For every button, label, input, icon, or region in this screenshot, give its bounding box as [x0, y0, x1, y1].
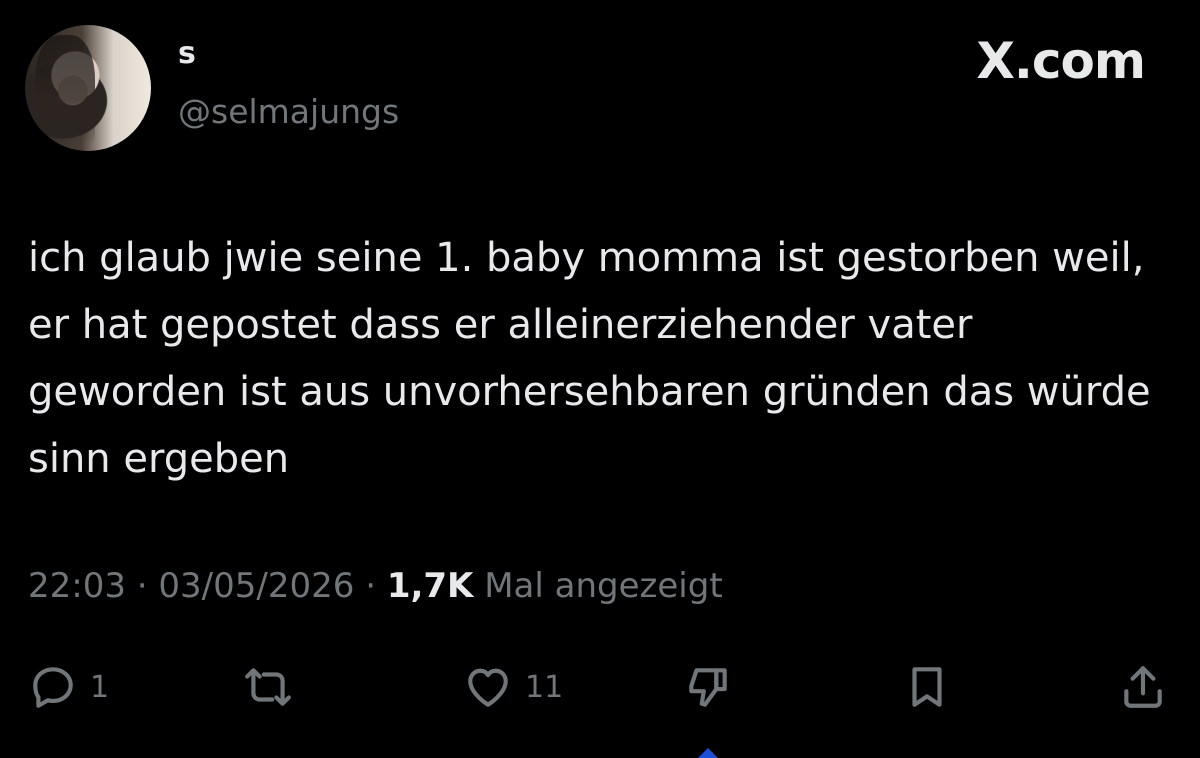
share-upload-icon — [1118, 662, 1168, 712]
tweet-date[interactable]: 03/05/2026 — [158, 566, 354, 606]
repost-button[interactable] — [243, 652, 293, 722]
display-name[interactable]: s — [178, 36, 196, 71]
reply-count: 1 — [90, 669, 110, 705]
meta-separator: · — [125, 566, 159, 606]
share-button[interactable] — [1118, 652, 1168, 722]
views-label: Mal angezeigt — [473, 566, 723, 606]
like-button[interactable]: 11 — [463, 652, 563, 722]
tweet-text: ich glaub jwie seine 1. baby momma ist g… — [28, 235, 1151, 482]
user-handle[interactable]: @selmajungs — [178, 92, 399, 131]
views-count: 1,7K — [386, 566, 474, 606]
avatar[interactable] — [25, 25, 151, 151]
dislike-button[interactable] — [683, 652, 733, 722]
tweet-time[interactable]: 22:03 — [28, 566, 126, 606]
meta-separator: · — [354, 566, 387, 606]
action-bar: 1 11 — [0, 652, 1200, 722]
reply-bubble-icon — [28, 662, 78, 712]
bookmark-icon — [902, 662, 952, 712]
dislike-icon — [683, 662, 733, 712]
tweet-meta: 22:03 · 03/05/2026 · 1,7K Mal angezeigt — [28, 566, 723, 606]
active-indicator — [698, 748, 718, 758]
reply-button[interactable]: 1 — [28, 652, 109, 722]
repost-arrows-icon — [243, 662, 293, 712]
heart-icon — [463, 662, 513, 712]
bookmark-button[interactable] — [902, 652, 952, 722]
like-count: 11 — [525, 669, 564, 705]
brand-logo: X.com — [976, 32, 1146, 90]
